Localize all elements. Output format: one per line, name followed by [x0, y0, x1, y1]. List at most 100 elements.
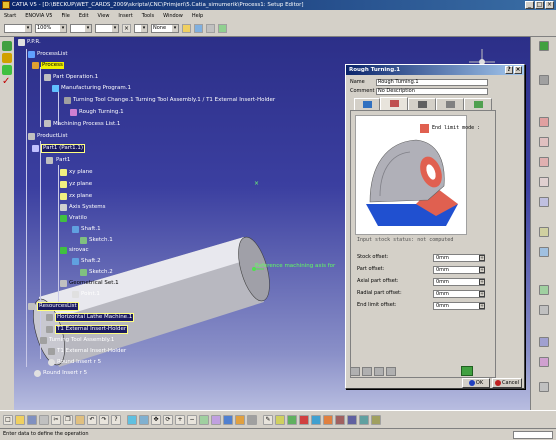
tree-tool-assembly[interactable]: Turning Tool Assembly.1 — [49, 337, 114, 344]
tree-resources-list[interactable]: ResourcesList — [37, 302, 79, 311]
swap-visible-icon[interactable] — [247, 414, 257, 425]
radial-part-offset-field[interactable]: 0mm — [433, 290, 485, 298]
replay-icon[interactable] — [350, 367, 360, 376]
tree-rough-turning[interactable]: Rough Turning.1 — [79, 109, 124, 116]
sequence-icon[interactable] — [2, 41, 12, 51]
open-icon[interactable] — [15, 414, 25, 425]
command-input[interactable] — [513, 431, 553, 439]
cut-icon[interactable]: ✂ — [51, 414, 61, 425]
stock-offset-spin[interactable]: ÷ — [479, 255, 485, 261]
layer-select[interactable] — [134, 24, 148, 33]
minimize-button[interactable]: _ — [525, 1, 534, 9]
name-field[interactable]: Rough Turning.1 — [376, 79, 488, 86]
output-icon[interactable] — [347, 414, 357, 425]
menu-enovia[interactable]: ENOVIA V5 — [24, 13, 53, 19]
end-limit-mode-label[interactable]: End limit mode : — [432, 125, 480, 131]
catalog-icon[interactable] — [299, 414, 309, 425]
ramping-icon[interactable] — [539, 197, 549, 207]
geometry-preview[interactable]: End limit mode : — [355, 115, 480, 235]
end-limit-offset-spin[interactable]: ÷ — [479, 303, 485, 309]
tree-part-operation[interactable]: Part Operation.1 — [53, 74, 98, 81]
stock-offset-field[interactable]: 0mm — [433, 254, 485, 262]
analyze-icon[interactable] — [386, 367, 396, 376]
machining-operations-icon[interactable] — [539, 75, 549, 85]
help-icon[interactable]: ? — [111, 414, 121, 425]
tree-process[interactable]: Process — [41, 62, 64, 69]
simulation-icon[interactable] — [323, 414, 333, 425]
filter-icon[interactable] — [218, 24, 227, 33]
tab-strategy[interactable] — [354, 98, 380, 110]
tree-product-list[interactable]: ProductList — [37, 133, 68, 140]
axial-part-offset-spin[interactable]: ÷ — [479, 279, 485, 285]
tree-part1-instance[interactable]: Part1 (Part1.1) — [41, 144, 86, 153]
thread-turning-icon[interactable] — [539, 177, 549, 187]
zoom-out-icon[interactable]: − — [187, 414, 197, 425]
tree-axis-systems[interactable]: Axis Systems — [69, 204, 106, 211]
tree-machining-process-list[interactable]: Machining Process List.1 — [53, 121, 120, 128]
menu-start[interactable]: Start — [3, 13, 17, 19]
more-tools-icon[interactable] — [539, 382, 549, 392]
measure-icon[interactable] — [287, 414, 297, 425]
menu-help[interactable]: Help — [191, 13, 204, 19]
print-icon[interactable] — [39, 414, 49, 425]
shading-icon[interactable] — [223, 414, 233, 425]
save-icon[interactable] — [27, 414, 37, 425]
operation-icon[interactable] — [2, 53, 12, 63]
help-button[interactable]: ? — [505, 66, 513, 74]
dialog-close-button[interactable]: × — [514, 66, 522, 74]
tool-icon[interactable] — [2, 65, 12, 75]
fit-all-icon[interactable] — [139, 414, 149, 425]
menu-window[interactable]: Window — [162, 13, 184, 19]
line-color-select[interactable] — [4, 24, 32, 33]
rotate-icon[interactable]: ⟳ — [163, 414, 173, 425]
tool-palette-icon[interactable] — [539, 41, 549, 51]
menu-edit[interactable]: Edit — [78, 13, 90, 19]
tree-part1[interactable]: Part1 — [56, 157, 70, 164]
tree-manufacturing-program[interactable]: Manufacturing Program.1 — [61, 85, 131, 92]
redo-icon[interactable]: ↷ — [99, 414, 109, 425]
tree-zx-plane[interactable]: zx plane — [69, 193, 92, 200]
drilling-icon[interactable] — [539, 227, 549, 237]
tree-geometrical-set[interactable]: Geometrical Set.1 — [69, 280, 119, 287]
zoom-select[interactable]: 100% — [35, 24, 67, 33]
lineweight-select[interactable] — [95, 24, 119, 33]
rough-turning-op-icon[interactable] — [539, 117, 549, 127]
hide-show-icon[interactable] — [235, 414, 245, 425]
comment-field[interactable]: No Description — [376, 88, 488, 95]
menu-tools[interactable]: Tools — [141, 13, 155, 19]
tree-round-insert-s[interactable]: Round Insert r 5 — [57, 359, 101, 366]
close-icon[interactable]: × — [122, 24, 131, 33]
tree-t1-holder-2[interactable]: T1 External Insert-Holder — [57, 348, 126, 355]
tool-change-op-icon[interactable] — [539, 247, 549, 257]
part-offset-field[interactable]: 0mm — [433, 266, 485, 274]
menu-insert[interactable]: Insert — [117, 13, 133, 19]
pp-instruction-icon[interactable] — [539, 285, 549, 295]
machine-icon[interactable] — [461, 366, 473, 376]
end-limit-offset-field[interactable]: 0mm — [433, 302, 485, 310]
maximize-button[interactable]: □ — [535, 1, 544, 9]
profile-finish-icon[interactable] — [539, 157, 549, 167]
paint-icon[interactable] — [182, 24, 191, 33]
tree-ppr[interactable]: P.P.R. — [27, 39, 41, 46]
apply-material-icon[interactable] — [311, 414, 321, 425]
tab-macros[interactable] — [464, 98, 492, 110]
tree-sketch2[interactable]: Sketch.2 — [89, 269, 113, 276]
tree-t1-holder[interactable]: T1 External Insert-Holder — [55, 325, 129, 334]
transformation-icon[interactable] — [539, 337, 549, 347]
axial-part-offset-field[interactable]: 0mm — [433, 278, 485, 286]
groove-turning-icon[interactable] — [539, 137, 549, 147]
tool-path-icon[interactable] — [359, 414, 369, 425]
paste-icon[interactable] — [75, 414, 85, 425]
copy-icon[interactable]: ❐ — [63, 414, 73, 425]
fly-mode-icon[interactable] — [127, 414, 137, 425]
layer-icon[interactable] — [206, 24, 215, 33]
tree-sirovac[interactable]: sirovac — [69, 247, 89, 254]
menu-view[interactable]: View — [97, 13, 111, 19]
tab-feeds[interactable] — [436, 98, 464, 110]
graphic-properties-icon[interactable] — [194, 24, 203, 33]
tree-point1[interactable]: Point.1 — [81, 291, 100, 298]
quick-view-icon[interactable] — [211, 414, 221, 425]
ok-button[interactable]: OK — [462, 378, 490, 388]
undo-icon[interactable]: ↶ — [87, 414, 97, 425]
report-icon[interactable] — [371, 414, 381, 425]
